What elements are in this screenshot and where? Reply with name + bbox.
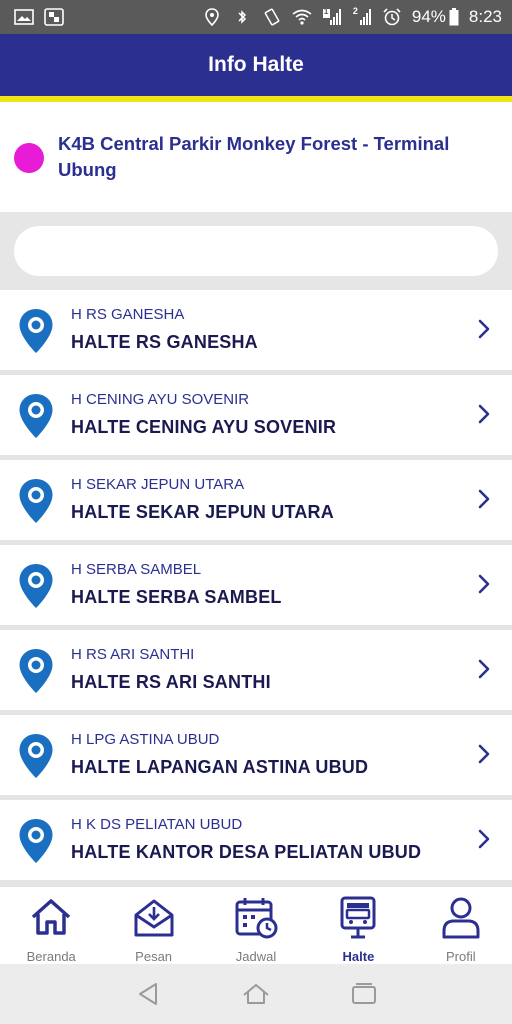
back-icon[interactable] <box>134 981 162 1007</box>
stop-text: H SEKAR JEPUN UTARA HALTE SEKAR JEPUN UTA… <box>71 476 334 523</box>
stop-code: H LPG ASTINA UBUD <box>71 731 220 748</box>
nav-item-beranda[interactable]: Beranda <box>0 887 102 964</box>
stop-code: H SERBA SAMBEL <box>71 561 202 578</box>
stop-code: H SEKAR JEPUN UTARA <box>71 476 245 493</box>
stop-text: H SERBA SAMBEL HALTE SERBA SAMBEL <box>71 561 282 608</box>
stop-name: HALTE SERBA SAMBEL <box>71 587 282 607</box>
chevron-right-icon <box>476 743 492 765</box>
inbox-icon <box>132 895 176 939</box>
clock-time: 8:23 <box>468 7 502 26</box>
search-input[interactable] <box>14 226 498 276</box>
location-pin-icon <box>18 308 54 354</box>
location-icon <box>202 8 222 26</box>
stop-list-item[interactable]: H RS ARI SANTHI HALTE RS ARI SANTHI <box>0 630 512 715</box>
stop-list-item[interactable]: H SERBA SAMBEL HALTE SERBA SAMBEL <box>0 545 512 630</box>
stop-code: H RS ARI SANTHI <box>71 646 195 663</box>
stop-list-item[interactable]: H RS GANESHA HALTE RS GANESHA <box>0 290 512 375</box>
stop-code: H CENING AYU SOVENIR <box>71 391 250 408</box>
app-notification-icon <box>44 8 64 26</box>
nav-label: Jadwal <box>235 949 277 964</box>
nav-item-halte[interactable]: Halte <box>307 887 409 964</box>
stop-text: H LPG ASTINA UBUD HALTE LAPANGAN ASTINA U… <box>71 731 368 778</box>
search-bar <box>0 212 512 290</box>
stop-name: HALTE RS ARI SANTHI <box>71 672 271 692</box>
recents-icon[interactable] <box>350 981 378 1007</box>
battery-percent: 94% <box>411 7 446 26</box>
location-pin-icon <box>18 648 54 694</box>
chevron-right-icon <box>476 828 492 850</box>
chevron-right-icon <box>476 573 492 595</box>
route-info: K4B Central Parkir Monkey Forest - Termi… <box>0 102 512 212</box>
chevron-right-icon <box>476 403 492 425</box>
stop-text: H RS GANESHA HALTE RS GANESHA <box>71 306 258 353</box>
bus-stop-icon <box>336 895 380 939</box>
location-pin-icon <box>18 733 54 779</box>
chevron-right-icon <box>476 318 492 340</box>
signal-sim1-icon: 1 <box>322 7 342 26</box>
gallery-icon <box>14 8 34 26</box>
wifi-icon <box>292 8 312 26</box>
location-pin-icon <box>18 563 54 609</box>
stop-list-item[interactable]: H CENING AYU SOVENIR HALTE CENING AYU SOV… <box>0 375 512 460</box>
stop-list-item[interactable]: H K DS PELIATAN UBUD HALTE KANTOR DESA PE… <box>0 800 512 885</box>
route-color-dot <box>14 143 44 173</box>
vibrate-icon <box>262 8 282 26</box>
nav-label: Pesan <box>135 949 173 964</box>
stop-name: HALTE CENING AYU SOVENIR <box>71 417 337 437</box>
sim2-badge: 2 <box>352 6 358 16</box>
sim1-badge: 1 <box>323 7 329 16</box>
system-navigation <box>0 964 512 1024</box>
stop-list-item[interactable]: H SEKAR JEPUN UTARA HALTE SEKAR JEPUN UTA… <box>0 460 512 545</box>
location-pin-icon <box>18 478 54 524</box>
stop-text: H CENING AYU SOVENIR HALTE CENING AYU SOV… <box>71 391 336 438</box>
stop-code: H K DS PELIATAN UBUD <box>71 816 243 833</box>
bluetooth-icon <box>232 8 252 26</box>
stop-name: HALTE KANTOR DESA PELIATAN UBUD <box>71 842 422 862</box>
page-title: Info Halte <box>208 53 304 76</box>
stop-text: H RS ARI SANTHI HALTE RS ARI SANTHI <box>71 646 271 693</box>
nav-label: Halte <box>342 949 375 964</box>
bottom-navigation: Beranda Pesan Jadwal Halte Profil <box>0 886 512 964</box>
calendar-clock-icon <box>234 895 278 939</box>
stop-text: H K DS PELIATAN UBUD HALTE KANTOR DESA PE… <box>71 816 421 863</box>
location-pin-icon <box>18 393 54 439</box>
nav-label: Profil <box>446 949 476 964</box>
stop-name: HALTE LAPANGAN ASTINA UBUD <box>71 757 369 777</box>
alarm-icon <box>382 8 402 26</box>
home-button-icon[interactable] <box>242 981 270 1007</box>
stop-list: H RS GANESHA HALTE RS GANESHA H CENING AYU… <box>0 290 512 885</box>
nav-item-pesan[interactable]: Pesan <box>102 887 204 964</box>
stop-list-item[interactable]: H LPG ASTINA UBUD HALTE LAPANGAN ASTINA U… <box>0 715 512 800</box>
user-icon <box>439 895 483 939</box>
stop-code: H RS GANESHA <box>71 306 185 323</box>
battery-icon <box>449 8 459 26</box>
nav-item-jadwal[interactable]: Jadwal <box>205 887 307 964</box>
route-name: K4B Central Parkir Monkey Forest - Termi… <box>58 133 450 180</box>
location-pin-icon <box>18 818 54 864</box>
status-bar: 1 2 94% 8:23 <box>0 0 512 34</box>
signal-sim2-icon: 2 <box>352 6 372 26</box>
stop-name: HALTE RS GANESHA <box>71 332 258 352</box>
app-header: Info Halte <box>0 34 512 96</box>
home-icon <box>29 895 73 939</box>
chevron-right-icon <box>476 658 492 680</box>
stop-name: HALTE SEKAR JEPUN UTARA <box>71 502 334 522</box>
chevron-right-icon <box>476 488 492 510</box>
nav-item-profil[interactable]: Profil <box>410 887 512 964</box>
nav-label: Beranda <box>26 949 76 964</box>
